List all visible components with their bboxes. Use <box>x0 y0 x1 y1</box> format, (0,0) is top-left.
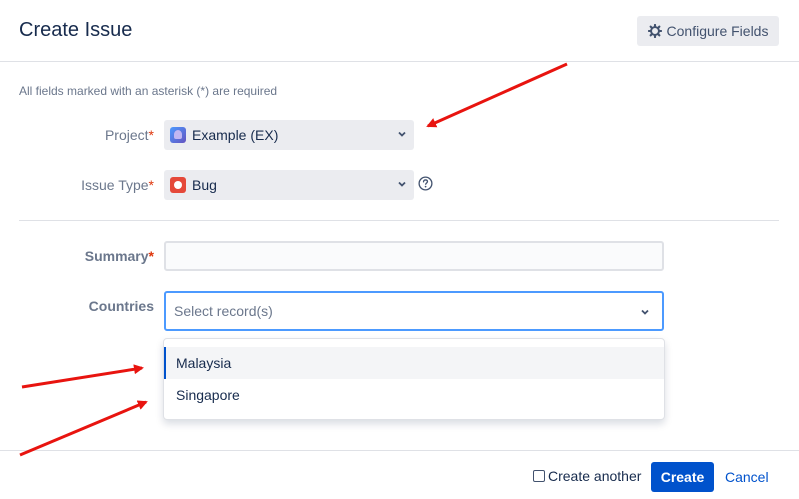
create-another-checkbox[interactable] <box>533 470 545 482</box>
bug-icon <box>170 177 186 193</box>
countries-dropdown-menu: Malaysia Singapore <box>163 338 665 420</box>
issue-type-select[interactable]: Bug <box>164 170 414 200</box>
chevron-down-icon <box>398 131 406 137</box>
annotation-arrow-singapore <box>19 400 148 457</box>
footer-divider <box>0 450 799 451</box>
help-icon[interactable] <box>418 176 433 191</box>
chevron-down-icon <box>641 309 649 315</box>
dialog-title: Create Issue <box>19 19 133 41</box>
countries-select[interactable]: Select record(s) <box>164 291 664 331</box>
configure-fields-label: Configure Fields <box>666 23 769 39</box>
create-another-label: Create another <box>548 468 642 484</box>
dialog-header: Create Issue Configure Fields <box>0 0 799 62</box>
required-star: * <box>148 248 154 264</box>
summary-label-text: Summary <box>84 248 149 264</box>
option-malaysia[interactable]: Malaysia <box>164 347 664 379</box>
cancel-link[interactable]: Cancel <box>725 469 769 485</box>
project-select-value: Example (EX) <box>192 127 279 143</box>
create-another-toggle[interactable]: Create another <box>533 468 641 484</box>
issue-type-label: Issue Type* <box>34 177 154 193</box>
create-button[interactable]: Create <box>651 462 714 492</box>
required-star: * <box>148 127 154 143</box>
summary-input[interactable] <box>164 241 664 271</box>
project-select[interactable]: Example (EX) <box>164 120 414 150</box>
project-label-text: Project <box>104 127 149 143</box>
chevron-down-icon <box>398 181 406 187</box>
required-star: * <box>148 177 154 193</box>
issue-type-select-value: Bug <box>192 177 217 193</box>
required-fields-note: All fields marked with an asterisk (*) a… <box>19 84 278 98</box>
issue-type-label-text: Issue Type <box>81 177 149 193</box>
gear-icon <box>647 24 662 38</box>
configure-fields-button[interactable]: Configure Fields <box>637 16 779 46</box>
section-divider <box>19 220 779 221</box>
option-singapore[interactable]: Singapore <box>164 379 664 411</box>
countries-placeholder: Select record(s) <box>174 303 273 319</box>
annotation-arrow-malaysia <box>21 364 144 389</box>
project-avatar-icon <box>170 127 186 143</box>
project-label: Project* <box>34 127 154 143</box>
summary-label: Summary* <box>34 248 154 264</box>
countries-label: Countries <box>88 298 154 314</box>
annotation-arrow-project <box>426 62 568 128</box>
